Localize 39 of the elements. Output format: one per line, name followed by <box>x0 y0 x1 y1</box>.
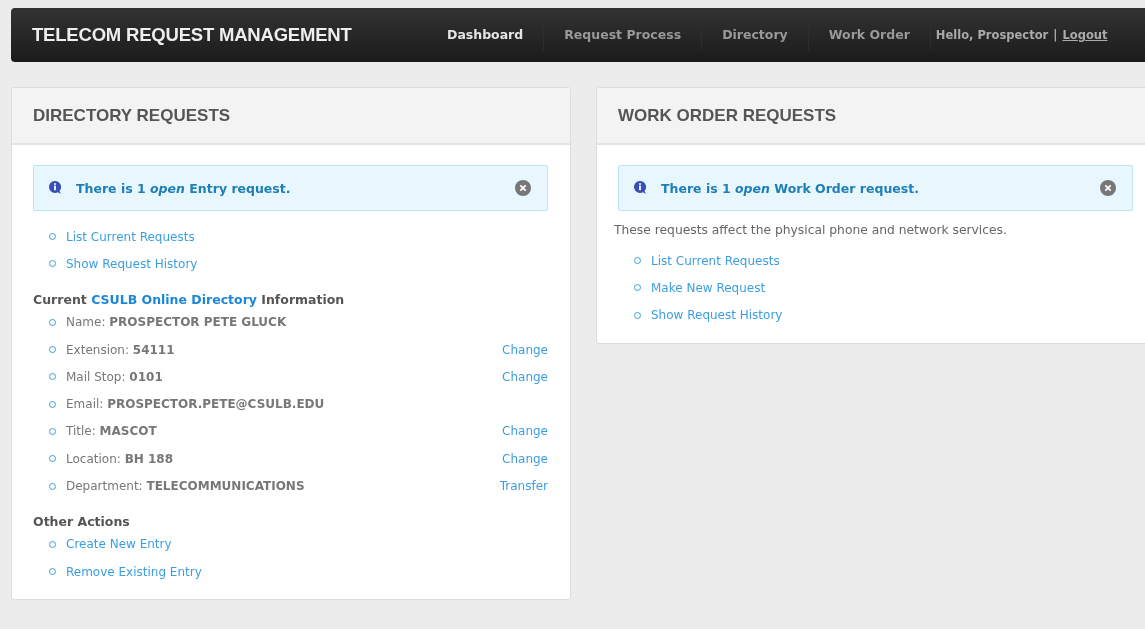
directory-link[interactable]: CSULB Online Directory <box>91 291 257 307</box>
nav-link[interactable]: Request Process <box>544 20 703 50</box>
info-field-text: Mail Stop: 0101 <box>66 369 163 384</box>
change-link[interactable]: Change <box>502 451 548 466</box>
panel-title: WORK ORDER REQUESTS <box>618 105 837 126</box>
info-icon <box>48 180 62 196</box>
info-field-text: Location: BH 188 <box>66 451 174 466</box>
greeting-text: Hello, Prospector <box>935 28 1049 42</box>
list-link[interactable]: List Current Requests <box>651 253 780 268</box>
nav-link[interactable]: Directory <box>702 20 809 50</box>
list-link[interactable]: Create New Entry <box>66 537 172 552</box>
logout-link[interactable]: Logout <box>1062 28 1108 42</box>
close-icon[interactable] <box>1100 180 1116 196</box>
panel-title: DIRECTORY REQUESTS <box>33 105 231 126</box>
close-icon[interactable] <box>515 180 531 196</box>
info-field-text: Title: MASCOT <box>66 424 157 439</box>
info-icon <box>633 180 647 196</box>
info-field-text: Department: TELECOMMUNICATIONS <box>66 479 305 493</box>
info-field-text: Name: PROSPECTOR PETE GLUCK <box>66 315 287 330</box>
change-link[interactable]: Change <box>502 369 548 384</box>
list-link[interactable]: Make New Request <box>651 280 766 295</box>
info-field-text: Extension: 54111 <box>66 342 175 357</box>
description-text: These requests affect the physical phone and network services. <box>614 223 1008 237</box>
separator-text: | <box>1053 28 1058 42</box>
section-heading: Current CSULB Online Directory Information <box>33 291 346 307</box>
change-link[interactable]: Change <box>502 342 548 357</box>
change-link[interactable]: Change <box>502 424 548 439</box>
section-heading: Other Actions <box>33 513 131 529</box>
list-link[interactable]: Show Request History <box>651 308 783 323</box>
info-field-text: Email: PROSPECTOR.PETE@CSULB.EDU <box>66 397 325 412</box>
nav-link[interactable]: Work Order <box>808 20 931 50</box>
list-link[interactable]: Show Request History <box>66 256 198 271</box>
list-link[interactable]: Remove Existing Entry <box>66 564 202 579</box>
nav-link[interactable]: Dashboard <box>427 20 545 50</box>
alert-message: There is 1 open Entry request. <box>76 180 291 196</box>
list-link[interactable]: List Current Requests <box>66 229 195 244</box>
change-link[interactable]: Transfer <box>499 479 548 493</box>
alert-message: There is 1 open Work Order request. <box>661 180 919 196</box>
app-title: TELECOM REQUEST MANAGEMENT <box>32 24 353 46</box>
